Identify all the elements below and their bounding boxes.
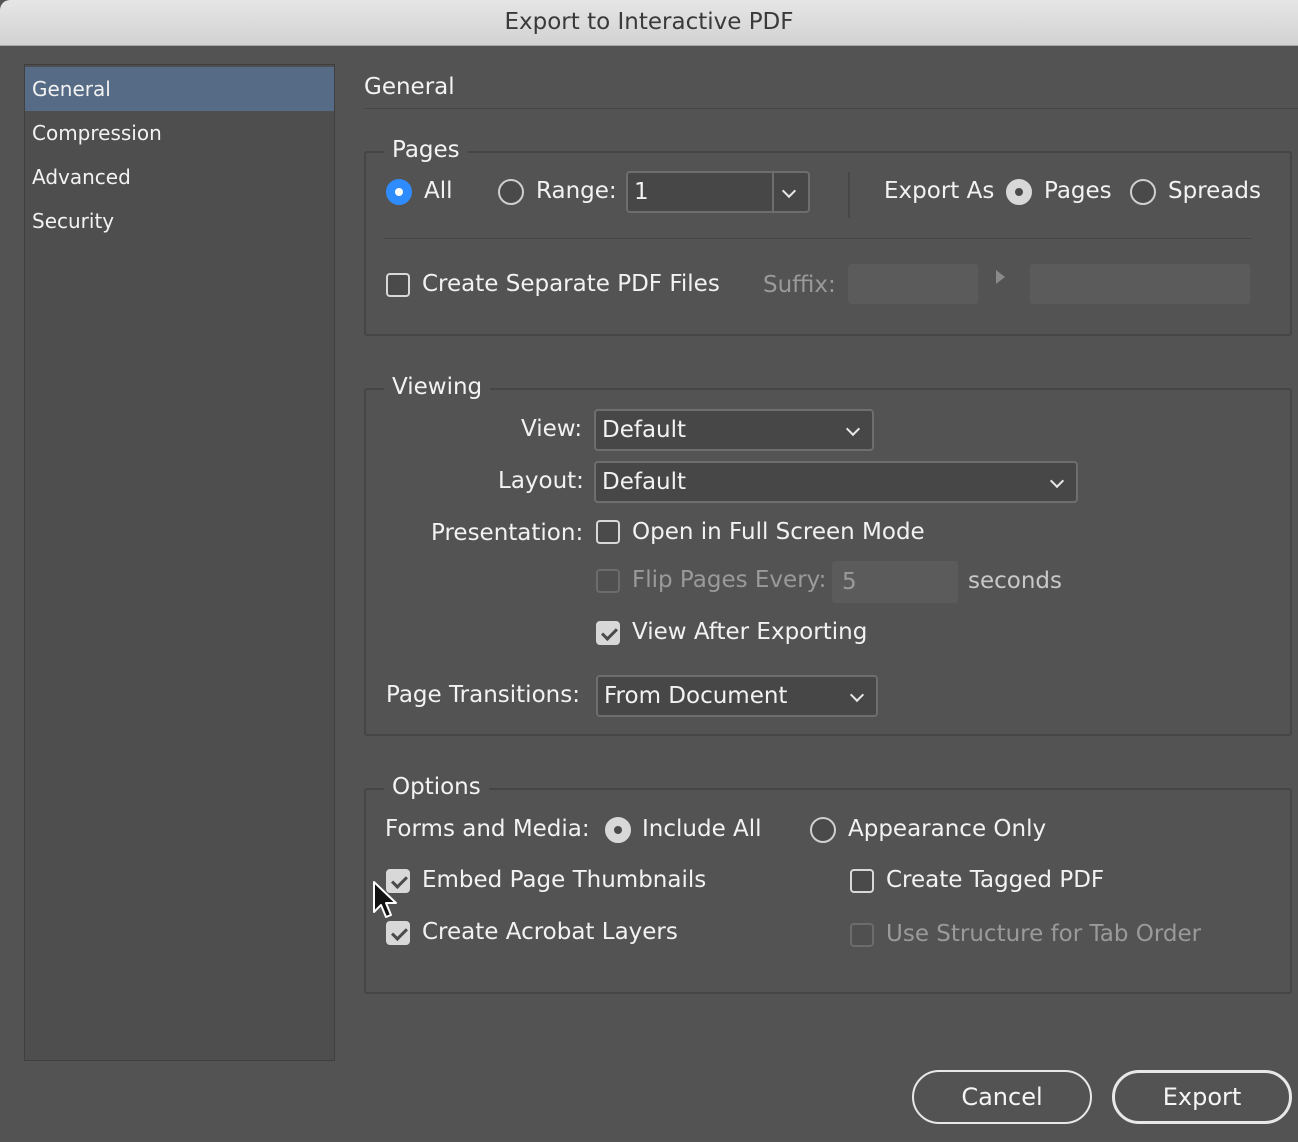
appearance-only-radio[interactable] bbox=[810, 817, 836, 843]
window-title: Export to Interactive PDF bbox=[504, 9, 794, 35]
include-all-label: Include All bbox=[642, 816, 762, 842]
mouse-pointer-icon bbox=[373, 881, 397, 918]
acrobat-layers-checkbox[interactable] bbox=[386, 921, 410, 945]
export-button[interactable]: Export bbox=[1112, 1070, 1292, 1124]
spreads-label: Spreads bbox=[1168, 178, 1261, 204]
page-transitions-label: Page Transitions: bbox=[386, 682, 580, 708]
flip-seconds-input[interactable]: 5 bbox=[832, 561, 958, 603]
view-after-exporting-label: View After Exporting bbox=[632, 619, 868, 645]
range-radio[interactable] bbox=[498, 179, 524, 205]
separate-pdf-label: Create Separate PDF Files bbox=[422, 271, 720, 297]
page-transitions-select[interactable]: From Document bbox=[596, 675, 878, 717]
pages-label: Pages bbox=[1044, 178, 1112, 204]
pages-group bbox=[364, 151, 1292, 336]
cancel-button[interactable]: Cancel bbox=[912, 1070, 1092, 1124]
chevron-down-icon bbox=[845, 421, 861, 437]
structure-tab-order-checkbox[interactable] bbox=[850, 923, 874, 947]
all-label: All bbox=[424, 178, 453, 204]
spreads-radio[interactable] bbox=[1130, 179, 1156, 205]
chevron-down-icon bbox=[1049, 473, 1065, 489]
acrobat-layers-label: Create Acrobat Layers bbox=[422, 919, 678, 945]
export-as-label: Export As bbox=[884, 178, 995, 204]
sidebar-item-security[interactable]: Security bbox=[25, 199, 334, 243]
combobox-divider bbox=[772, 173, 774, 211]
include-all-radio[interactable] bbox=[605, 817, 631, 843]
play-arrow-icon bbox=[996, 270, 1005, 284]
structure-tab-order-label: Use Structure for Tab Order bbox=[886, 921, 1202, 947]
layout-select[interactable]: Default bbox=[594, 461, 1078, 503]
options-legend: Options bbox=[384, 774, 489, 800]
embed-thumbnails-label: Embed Page Thumbnails bbox=[422, 867, 707, 893]
layout-value: Default bbox=[602, 469, 687, 495]
appearance-only-label: Appearance Only bbox=[848, 816, 1047, 842]
forms-media-label: Forms and Media: bbox=[385, 816, 590, 842]
title-bar: Export to Interactive PDF bbox=[0, 0, 1298, 46]
suffix-label: Suffix: bbox=[763, 272, 836, 298]
sidebar-item-general[interactable]: General bbox=[25, 67, 334, 111]
view-value: Default bbox=[602, 417, 687, 443]
view-after-exporting-checkbox[interactable] bbox=[596, 621, 620, 645]
tagged-pdf-label: Create Tagged PDF bbox=[886, 867, 1105, 893]
pages-legend: Pages bbox=[384, 137, 468, 163]
all-radio[interactable] bbox=[386, 179, 412, 205]
chevron-down-icon bbox=[781, 183, 797, 199]
flip-pages-label: Flip Pages Every: bbox=[632, 567, 827, 593]
heading-divider bbox=[364, 108, 1298, 109]
vertical-divider bbox=[848, 172, 850, 218]
separate-pdf-checkbox[interactable] bbox=[386, 273, 410, 297]
chevron-down-icon bbox=[849, 687, 865, 703]
seconds-label: seconds bbox=[968, 568, 1063, 594]
pages-radio[interactable] bbox=[1006, 179, 1032, 205]
viewing-legend: Viewing bbox=[384, 374, 491, 400]
sidebar: General Compression Advanced Security bbox=[24, 64, 335, 1061]
suffix-input[interactable] bbox=[848, 264, 978, 304]
suffix-token-field[interactable] bbox=[1030, 264, 1250, 304]
view-label: View: bbox=[521, 416, 583, 442]
fullscreen-checkbox[interactable] bbox=[596, 520, 620, 544]
view-select[interactable]: Default bbox=[594, 409, 874, 451]
range-combobox[interactable]: 1 bbox=[626, 171, 810, 213]
sidebar-item-advanced[interactable]: Advanced bbox=[25, 155, 334, 199]
layout-label: Layout: bbox=[498, 468, 584, 494]
presentation-label: Presentation: bbox=[431, 520, 584, 546]
range-label: Range: bbox=[536, 178, 617, 204]
flip-pages-checkbox[interactable] bbox=[596, 569, 620, 593]
tagged-pdf-checkbox[interactable] bbox=[850, 869, 874, 893]
pages-divider bbox=[384, 238, 1252, 239]
sidebar-item-compression[interactable]: Compression bbox=[25, 111, 334, 155]
panel-heading: General bbox=[364, 74, 455, 100]
fullscreen-label: Open in Full Screen Mode bbox=[632, 519, 925, 545]
page-transitions-value: From Document bbox=[604, 683, 788, 709]
range-value: 1 bbox=[634, 179, 649, 205]
